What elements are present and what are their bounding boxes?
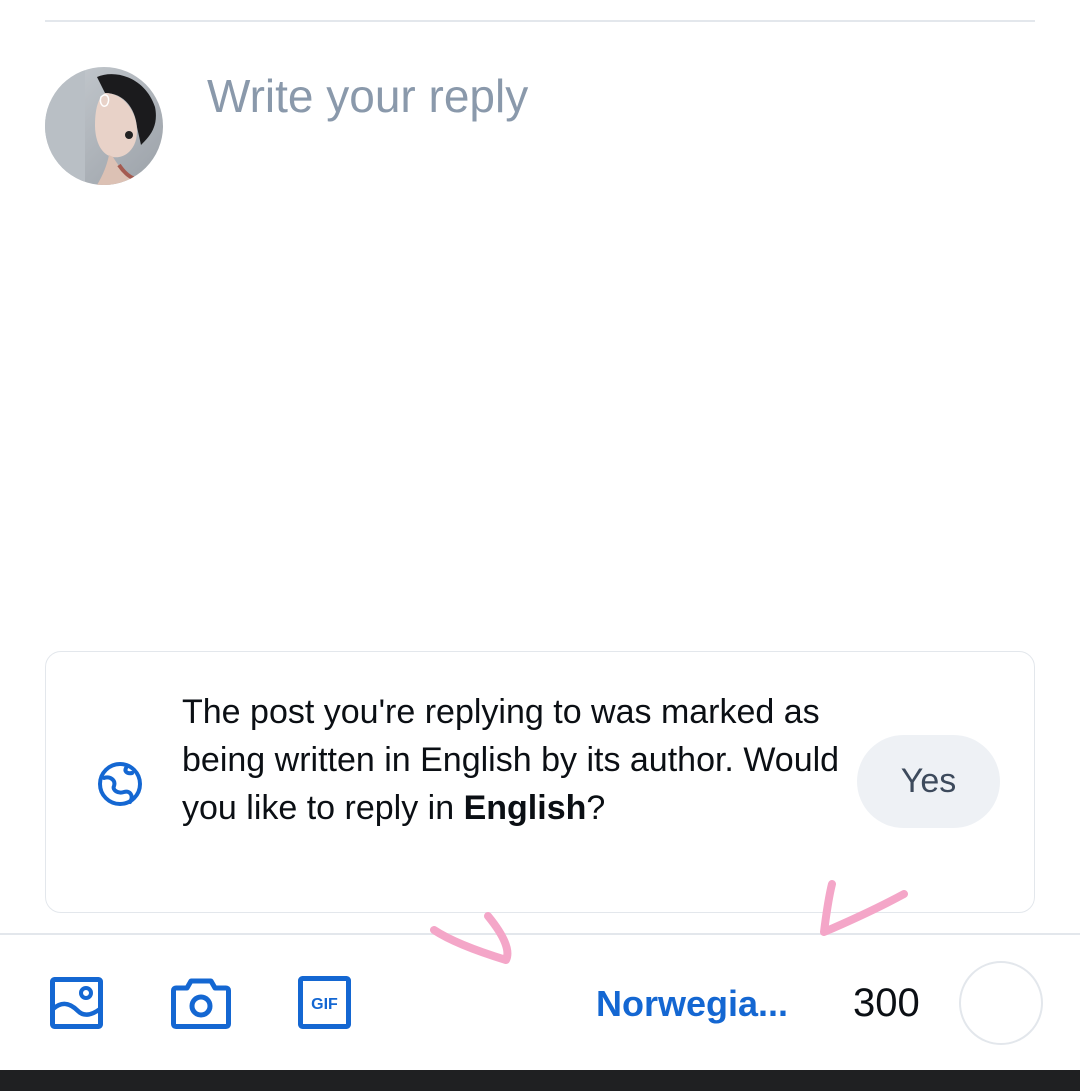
suggestion-text-end: ? [586,789,606,827]
gif-label: GIF [311,996,338,1013]
post-language-selector[interactable]: Norwegia... [596,981,788,1027]
reply-input[interactable] [207,64,1027,624]
top-divider [45,20,1035,22]
language-suggestion-text: The post you're replying to was marked a… [182,688,842,832]
suggested-language: English [463,789,587,827]
yes-button[interactable]: Yes [857,735,1000,828]
character-count: 300 [853,981,920,1025]
annotation-mark-left [430,912,512,964]
system-navigation-bar [0,1070,1080,1091]
character-progress-ring [958,960,1044,1046]
language-suggestion-card: The post you're replying to was marked a… [45,651,1035,913]
gif-icon[interactable]: GIF [298,976,351,1029]
avatar[interactable] [45,67,163,185]
camera-icon[interactable] [171,975,231,1029]
avatar-image [45,67,163,185]
toolbar-divider [0,933,1080,935]
image-icon[interactable] [50,977,103,1029]
globe-icon [96,760,144,808]
